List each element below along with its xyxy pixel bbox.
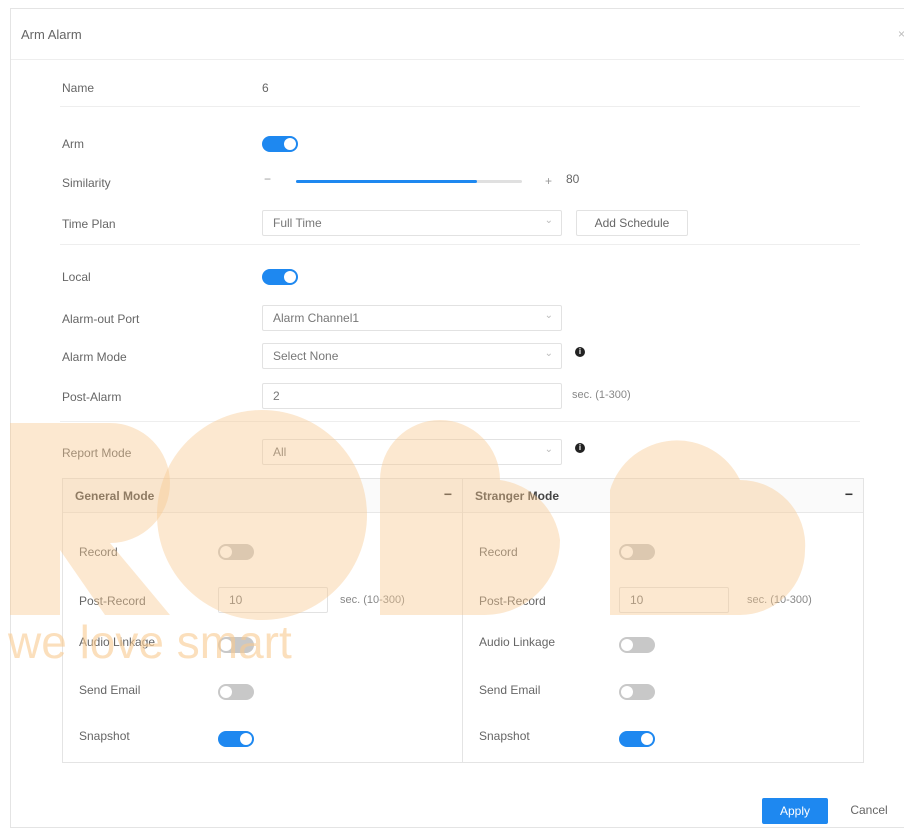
- post-alarm-label: Post-Alarm: [62, 390, 122, 404]
- collapse-icon[interactable]: −: [845, 486, 853, 502]
- alarm-mode-info-icon[interactable]: i: [575, 347, 585, 357]
- dialog-title: Arm Alarm: [21, 27, 82, 42]
- stranger-mode-panel: Stranger Mode − Record Post-Record 10 se…: [462, 478, 864, 763]
- section-divider: [60, 421, 860, 422]
- stranger-mode-header[interactable]: Stranger Mode −: [463, 479, 863, 513]
- general-mode-header[interactable]: General Mode −: [63, 479, 462, 513]
- stranger-mode-title: Stranger Mode: [475, 489, 560, 503]
- snapshot-label: Snapshot: [479, 729, 530, 743]
- post-record-input[interactable]: 10: [619, 587, 729, 613]
- arm-toggle[interactable]: [262, 136, 298, 152]
- audio-linkage-toggle[interactable]: [619, 637, 655, 653]
- report-mode-info-icon[interactable]: i: [575, 443, 585, 453]
- snapshot-toggle[interactable]: [218, 731, 254, 747]
- report-mode-label: Report Mode: [62, 446, 132, 460]
- alarm-out-port-label: Alarm-out Port: [62, 312, 140, 326]
- add-schedule-button[interactable]: Add Schedule: [576, 210, 688, 236]
- similarity-slider[interactable]: [296, 180, 522, 183]
- title-divider: [11, 59, 904, 60]
- close-icon[interactable]: ×: [898, 27, 904, 41]
- time-plan-value: Full Time: [273, 216, 322, 230]
- post-record-unit: sec. (10-300): [340, 594, 405, 606]
- chevron-down-icon: ⌄: [544, 444, 553, 455]
- record-toggle[interactable]: [218, 544, 254, 560]
- similarity-slider-fill: [296, 180, 477, 183]
- chevron-down-icon: ⌄: [544, 348, 553, 359]
- send-email-label: Send Email: [479, 683, 541, 697]
- chevron-down-icon: ⌄: [544, 215, 553, 226]
- post-record-label: Post-Record: [79, 594, 146, 608]
- send-email-toggle[interactable]: [619, 684, 655, 700]
- snapshot-toggle[interactable]: [619, 731, 655, 747]
- similarity-decrease-button[interactable]: −: [264, 172, 271, 186]
- name-value: 6: [262, 81, 269, 95]
- report-mode-select[interactable]: All ⌄: [262, 439, 562, 465]
- record-label: Record: [79, 545, 118, 559]
- local-toggle[interactable]: [262, 269, 298, 285]
- record-label: Record: [479, 545, 518, 559]
- alarm-out-port-value: Alarm Channel1: [273, 311, 360, 325]
- arm-label: Arm: [62, 137, 84, 151]
- alarm-mode-value: Select None: [273, 349, 339, 363]
- record-toggle[interactable]: [619, 544, 655, 560]
- name-label: Name: [62, 81, 95, 95]
- audio-linkage-toggle[interactable]: [218, 637, 254, 653]
- similarity-increase-button[interactable]: +: [545, 174, 552, 188]
- post-record-input[interactable]: 10: [218, 587, 328, 613]
- alarm-out-port-select[interactable]: Alarm Channel1 ⌄: [262, 305, 562, 331]
- section-divider: [60, 106, 860, 107]
- post-alarm-unit: sec. (1-300): [572, 389, 631, 401]
- send-email-toggle[interactable]: [218, 684, 254, 700]
- general-mode-title: General Mode: [75, 489, 155, 503]
- time-plan-label: Time Plan: [62, 217, 116, 231]
- report-mode-value: All: [273, 445, 287, 459]
- audio-linkage-label: Audio Linkage: [79, 635, 156, 649]
- post-record-label: Post-Record: [479, 594, 546, 608]
- chevron-down-icon: ⌄: [544, 310, 553, 321]
- general-mode-panel: General Mode − Record Post-Record 10 sec…: [62, 478, 463, 763]
- send-email-label: Send Email: [79, 683, 141, 697]
- section-divider: [60, 244, 860, 245]
- apply-button[interactable]: Apply: [762, 798, 828, 824]
- time-plan-select[interactable]: Full Time ⌄: [262, 210, 562, 236]
- similarity-label: Similarity: [62, 176, 111, 190]
- cancel-button[interactable]: Cancel: [840, 798, 898, 824]
- alarm-mode-label: Alarm Mode: [62, 350, 127, 364]
- post-record-unit: sec. (10-300): [747, 594, 812, 606]
- local-label: Local: [62, 270, 91, 284]
- alarm-mode-select[interactable]: Select None ⌄: [262, 343, 562, 369]
- snapshot-label: Snapshot: [79, 729, 130, 743]
- collapse-icon[interactable]: −: [444, 486, 452, 502]
- audio-linkage-label: Audio Linkage: [479, 635, 556, 649]
- post-alarm-input[interactable]: 2: [262, 383, 562, 409]
- similarity-value: 80: [566, 172, 580, 186]
